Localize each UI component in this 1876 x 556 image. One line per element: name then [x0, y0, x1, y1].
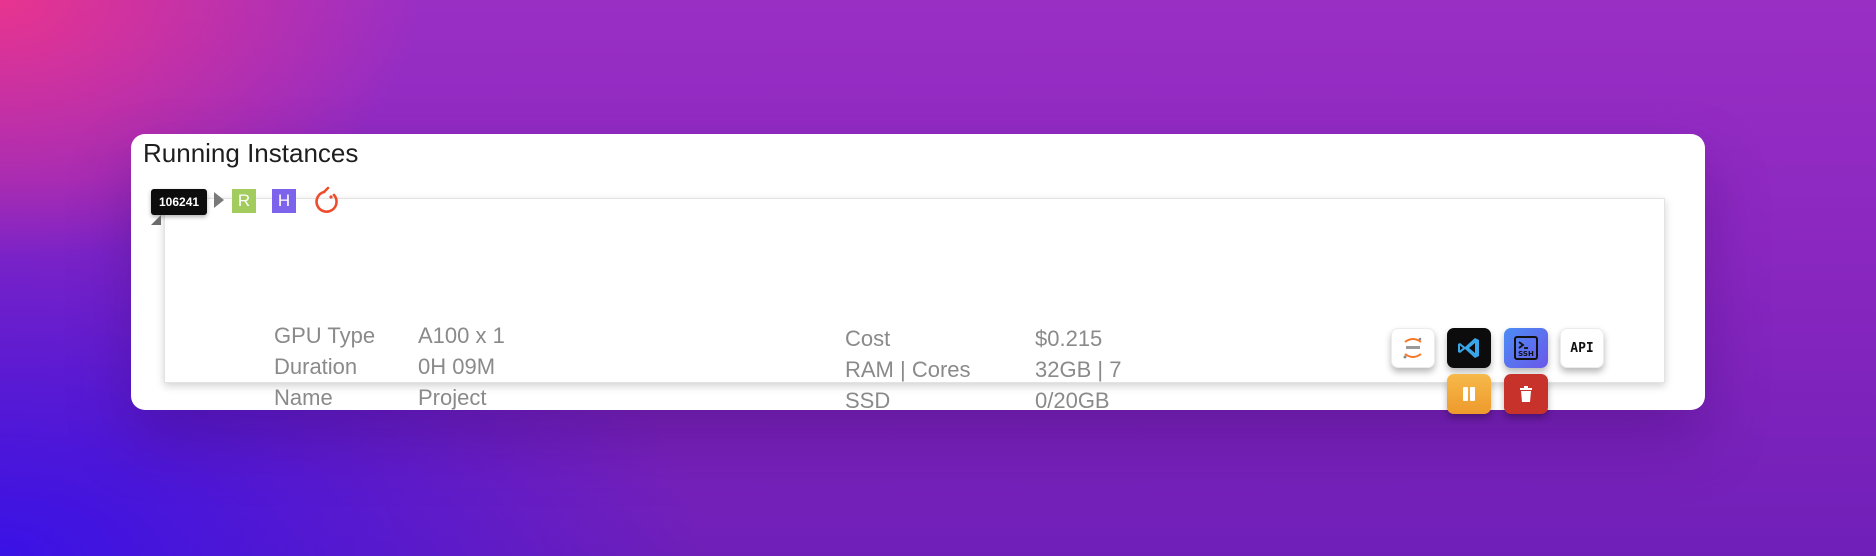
- detail-value: 0/20GB: [1035, 388, 1110, 413]
- vscode-icon: [1458, 338, 1479, 358]
- tag-r-badge: R: [232, 189, 256, 213]
- badge-arrow: [214, 192, 224, 208]
- trash-icon: [1520, 386, 1532, 402]
- jupyter-icon: [1403, 337, 1422, 359]
- delete-button[interactable]: [1504, 374, 1548, 414]
- instance-id-badge: 106241: [151, 189, 208, 215]
- api-button[interactable]: API: [1560, 328, 1604, 368]
- running-instances-panel: Running Instances GPU Type A100 x 1 Dura…: [131, 134, 1705, 414]
- detail-row-ram-cores: RAM | Cores 32GB | 7: [845, 354, 1121, 385]
- detail-value: Project: [418, 385, 487, 410]
- instance-card: GPU Type A100 x 1 Duration 0H 09M Name P…: [164, 198, 1665, 414]
- instance-details-left: GPU Type A100 x 1 Duration 0H 09M Name P…: [274, 320, 505, 413]
- detail-value: $0.215: [1035, 326, 1103, 351]
- pytorch-icon: [315, 186, 338, 213]
- tag-h-badge: H: [272, 189, 296, 213]
- detail-label: SSD: [845, 388, 891, 413]
- detail-row-duration: Duration 0H 09M: [274, 351, 505, 382]
- pause-button[interactable]: [1447, 374, 1491, 414]
- detail-row-name: Name Project: [274, 382, 505, 413]
- ssh-button[interactable]: SSH: [1504, 328, 1548, 368]
- badge-fold: [151, 215, 161, 225]
- detail-row-cost: Cost $0.215: [845, 323, 1121, 354]
- detail-label: Duration: [274, 354, 358, 379]
- detail-value: A100 x 1: [418, 323, 505, 348]
- panel-title: Running Instances: [143, 138, 359, 168]
- vscode-button[interactable]: [1447, 328, 1491, 368]
- detail-label: GPU Type: [274, 323, 376, 348]
- detail-label: Cost: [845, 326, 891, 351]
- pause-icon: [1463, 387, 1475, 401]
- detail-row-gpu-type: GPU Type A100 x 1: [274, 320, 505, 351]
- detail-value: 0H 09M: [418, 354, 496, 379]
- detail-value: 32GB | 7: [1035, 357, 1122, 382]
- detail-row-ssd: SSD 0/20GB: [845, 385, 1121, 416]
- detail-label: RAM | Cores: [845, 357, 971, 382]
- terminal-icon: SSH: [1514, 336, 1538, 360]
- instance-details-right: Cost $0.215 RAM | Cores 32GB | 7 SSD 0/2…: [845, 323, 1121, 416]
- jupyter-button[interactable]: [1391, 328, 1435, 368]
- detail-label: Name: [274, 385, 333, 410]
- api-label: API: [1570, 340, 1594, 356]
- ssh-label: SSH: [1518, 350, 1534, 358]
